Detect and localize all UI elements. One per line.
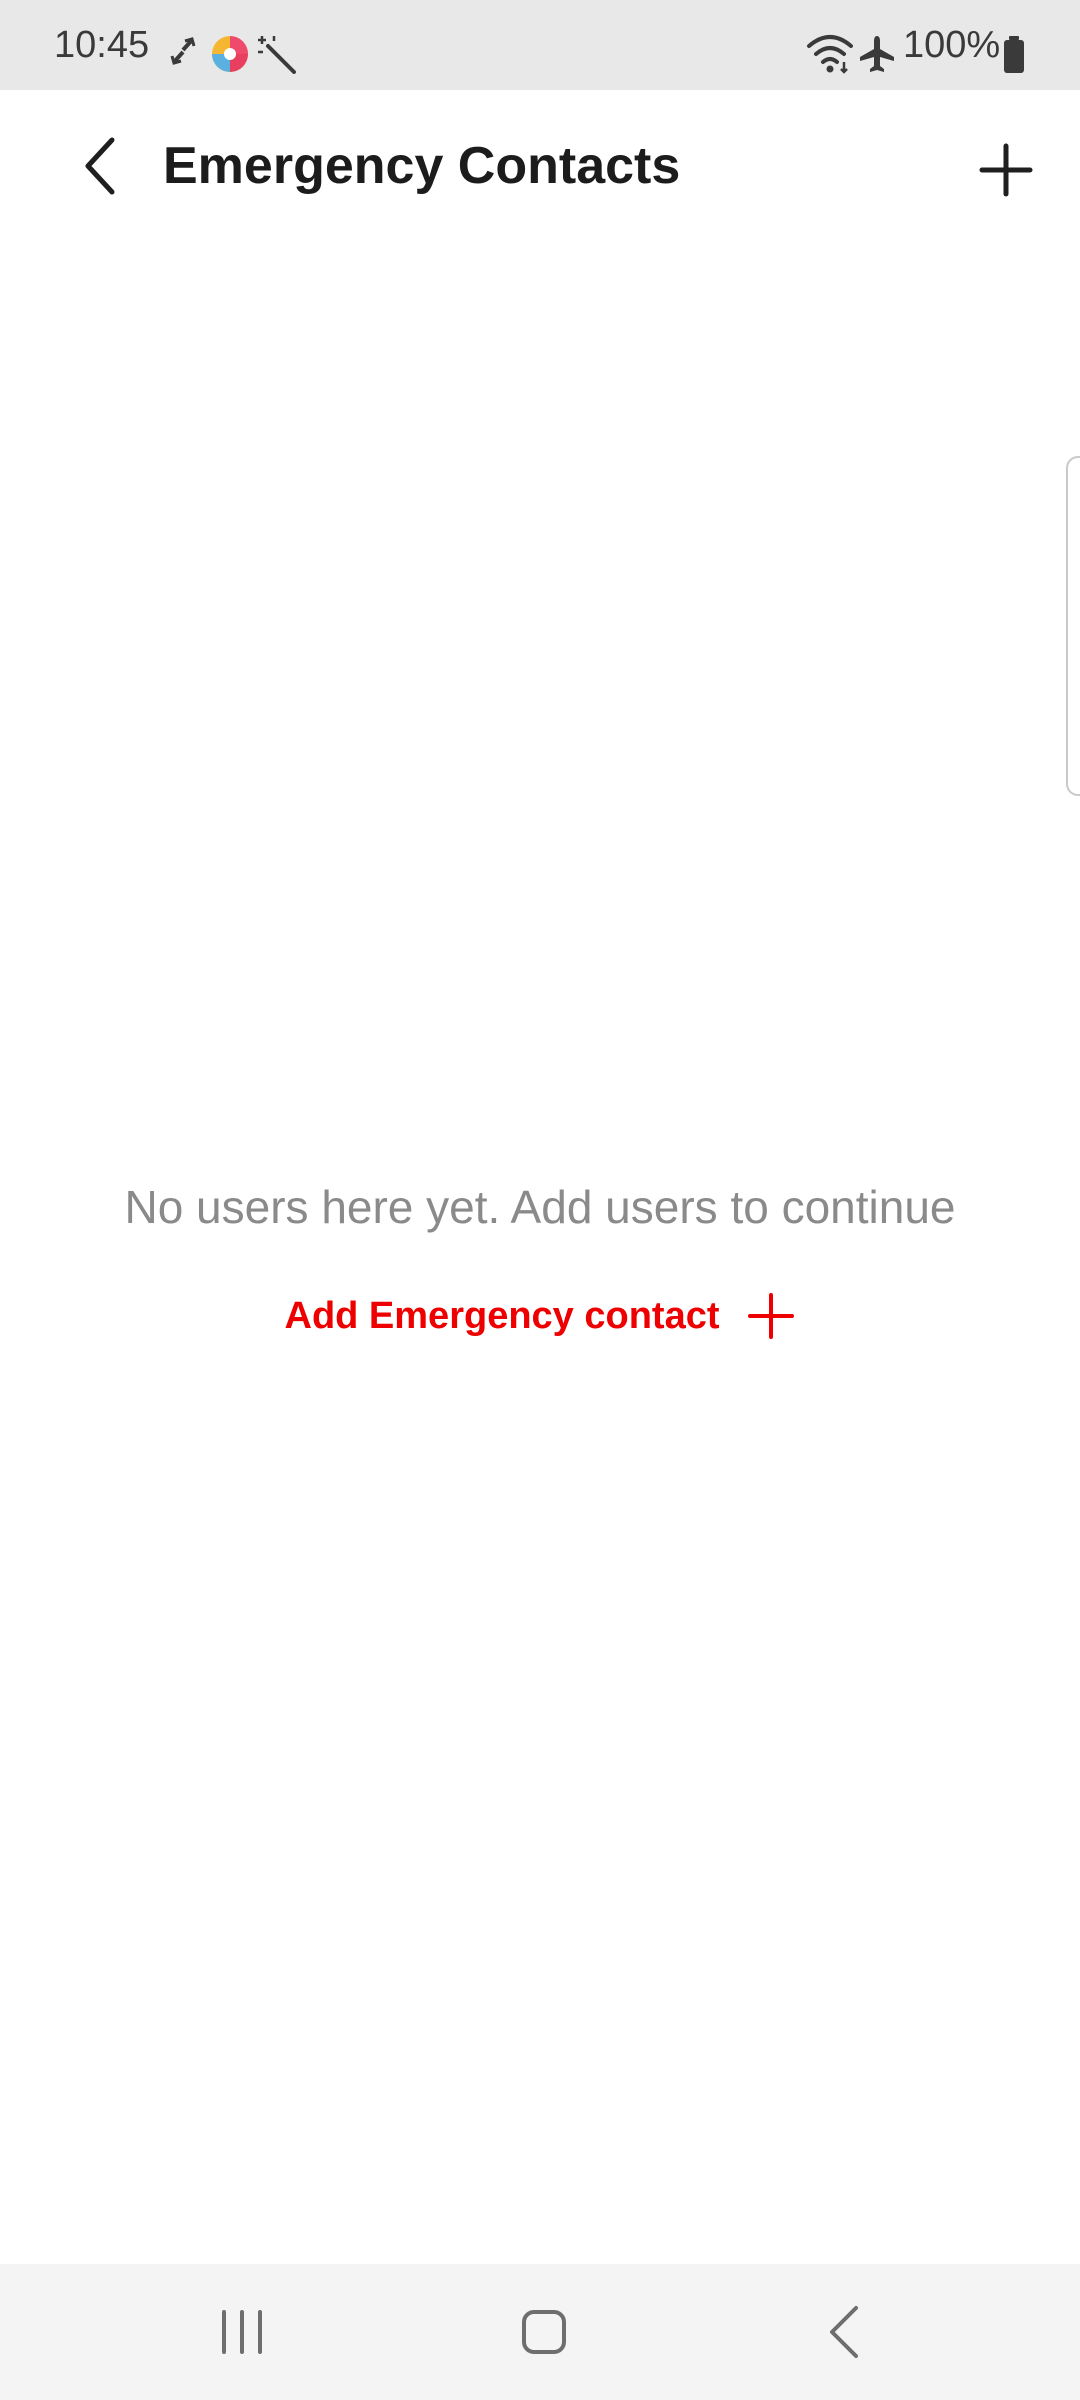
back-icon — [830, 2306, 858, 2358]
add-emergency-contact-label: Add Emergency contact — [284, 1294, 720, 1337]
page-title: Emergency Contacts — [163, 137, 681, 195]
navigation-bar — [0, 2264, 1080, 2400]
back-button[interactable] — [64, 130, 136, 202]
add-contact-header-button[interactable] — [966, 130, 1046, 210]
chevron-left-icon — [85, 137, 115, 195]
battery-percentage: 100% — [903, 24, 1001, 66]
app-bar: Emergency Contacts — [0, 90, 1080, 250]
magic-wand-icon — [258, 36, 296, 74]
edge-panel-handle[interactable] — [1066, 456, 1080, 796]
wifi-icon — [807, 35, 853, 74]
status-time: 10:45 — [54, 24, 150, 66]
home-icon — [522, 2310, 566, 2354]
plus-icon — [747, 1293, 794, 1339]
recent-apps-button[interactable] — [202, 2292, 282, 2372]
battery-icon — [1004, 36, 1024, 73]
plus-icon — [979, 143, 1033, 197]
airplane-mode-icon — [860, 36, 894, 72]
recent-apps-icon — [222, 2310, 262, 2354]
app-icon — [212, 36, 248, 72]
empty-state-message: No users here yet. Add users to continue — [124, 1181, 956, 1233]
home-button[interactable] — [504, 2292, 584, 2372]
sync-icon — [170, 37, 196, 65]
system-back-button[interactable] — [806, 2292, 886, 2372]
add-emergency-contact-button[interactable]: Add Emergency contact — [270, 1280, 810, 1352]
status-bar: 10:45 100% — [0, 0, 1080, 90]
